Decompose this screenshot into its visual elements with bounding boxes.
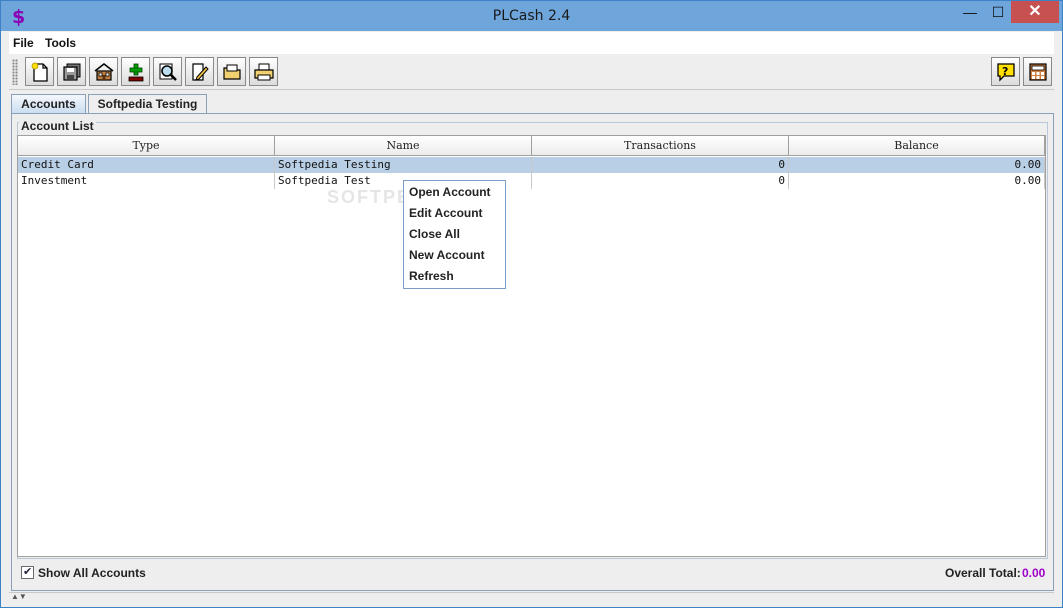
column-header-name[interactable]: Name [275, 136, 532, 156]
add-icon [128, 63, 144, 82]
app-window: $ PLCash 2.4 — ☐ ✕ File Tools ? Accounts… [0, 0, 1063, 608]
table-row[interactable]: Investment Softpedia Test 0 0.00 [18, 173, 1045, 189]
cell-balance: 0.00 [789, 173, 1045, 189]
account-list-legend: Account List [19, 119, 96, 133]
cell-transactions: 0 [532, 173, 789, 189]
print-button[interactable] [249, 57, 278, 86]
print-icon [254, 63, 274, 81]
window-title: PLCash 2.4 [492, 8, 571, 24]
help-icon: ? [997, 63, 1015, 82]
home-button[interactable] [89, 57, 118, 86]
home-icon [94, 63, 114, 81]
maximize-button[interactable]: ☐ [981, 1, 1015, 23]
tab-softpedia-testing[interactable]: Softpedia Testing [88, 94, 207, 113]
cell-type: Credit Card [18, 157, 275, 173]
status-bar [9, 592, 1054, 603]
toolbar: ? [9, 55, 1054, 90]
overall-total-label: Overall Total: [945, 566, 1021, 580]
edit-button[interactable] [185, 57, 214, 86]
show-all-accounts-checkbox[interactable]: ✔ [21, 565, 34, 579]
splitter-arrows-icon[interactable]: ▲▼ [11, 592, 27, 601]
search-icon [159, 63, 177, 81]
table-row[interactable]: Credit Card Softpedia Testing 0 0.00 [18, 157, 1045, 173]
accounts-table[interactable]: Type Name Transactions Balance Credit Ca… [17, 135, 1046, 557]
show-all-accounts-label[interactable]: Show All Accounts [38, 566, 146, 580]
context-menu-new-account[interactable]: New Account [409, 245, 485, 266]
new-button[interactable] [25, 57, 54, 86]
search-button[interactable] [153, 57, 182, 86]
tab-accounts[interactable]: Accounts [11, 94, 86, 114]
menu-tools[interactable]: Tools [45, 36, 76, 50]
overall-total-value: 0.00 [1022, 566, 1046, 580]
title-bar[interactable]: $ PLCash 2.4 — ☐ ✕ [1, 1, 1062, 31]
save-icon [63, 63, 81, 81]
cell-name: Softpedia Testing [275, 157, 532, 173]
cell-type: Investment [18, 173, 275, 189]
column-header-type[interactable]: Type [18, 136, 275, 156]
checkmark-icon: ✔ [23, 565, 33, 578]
help-button[interactable]: ? [991, 57, 1020, 86]
context-menu-refresh[interactable]: Refresh [409, 266, 454, 287]
close-button[interactable]: ✕ [1011, 1, 1059, 23]
context-menu: Open Account Edit Account Close All New … [403, 180, 506, 289]
context-menu-close-all[interactable]: Close All [409, 224, 460, 245]
menu-file[interactable]: File [13, 36, 34, 50]
open-button[interactable] [217, 57, 246, 86]
column-header-balance[interactable]: Balance [789, 136, 1045, 156]
calculator-icon [1029, 63, 1047, 81]
toolbar-grip[interactable] [12, 59, 18, 85]
menu-bar: File Tools [9, 32, 1054, 54]
edit-icon [192, 63, 209, 81]
svg-text:?: ? [1002, 65, 1008, 78]
column-header-transactions[interactable]: Transactions [532, 136, 789, 156]
cell-transactions: 0 [532, 157, 789, 173]
context-menu-open-account[interactable]: Open Account [409, 182, 491, 203]
folder-icon [223, 64, 241, 80]
add-button[interactable] [121, 57, 150, 86]
cell-balance: 0.00 [789, 157, 1045, 173]
save-button[interactable] [57, 57, 86, 86]
calculator-button[interactable] [1023, 57, 1052, 86]
new-icon [31, 62, 48, 82]
context-menu-edit-account[interactable]: Edit Account [409, 203, 483, 224]
